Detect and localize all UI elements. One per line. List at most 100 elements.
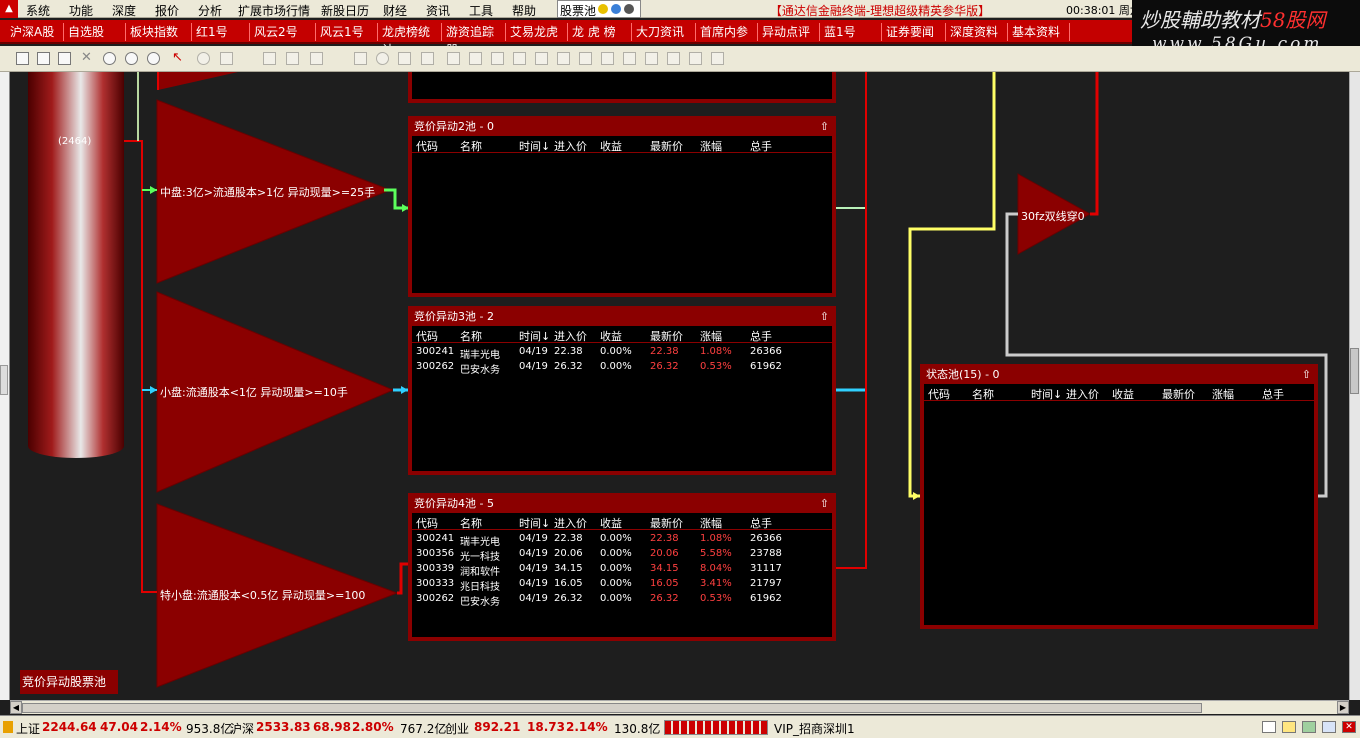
tab-watchlist[interactable]: 自选股 [64,23,126,41]
col-last[interactable]: 最新价 [650,515,683,531]
tab-securities-news[interactable]: 证券要闻 [882,23,946,41]
col-gain[interactable]: 收益 [600,515,622,531]
center-h-icon[interactable] [689,52,702,65]
stop-icon[interactable] [147,52,160,65]
table-row[interactable]: 300339 润和软件 04/19 34.15 0.00% 34.15 8.04% 31117 [412,562,832,578]
save-icon[interactable] [58,52,71,65]
scroll-left-icon[interactable]: ◀ [10,701,22,714]
tab-anomaly-review[interactable]: 异动点评 [758,23,820,41]
menu-news[interactable]: 资讯 [426,2,450,19]
col-time[interactable]: 时间↓ [1031,386,1062,402]
settings-icon[interactable] [624,4,634,14]
horizontal-scrollbar[interactable]: ◀ ▶ [10,700,1349,714]
menu-system[interactable]: 系统 [26,2,50,19]
align-right-icon[interactable] [491,52,504,65]
col-chg[interactable]: 涨幅 [700,515,722,531]
scroll-right-icon[interactable]: ▶ [1337,701,1349,714]
ellipse-tool-icon[interactable] [376,52,389,65]
menu-quote[interactable]: 报价 [155,2,179,19]
menu-tools[interactable]: 工具 [469,2,493,19]
refresh-icon[interactable] [611,4,621,14]
pool3-title[interactable]: 竞价异动3池 - 2 ⇧ [412,310,832,326]
col-name[interactable]: 名称 [460,138,482,154]
align-center-icon[interactable] [469,52,482,65]
vip-server[interactable]: VIP_招商深圳1 [774,720,855,737]
pause-icon[interactable] [125,52,138,65]
menu-depth[interactable]: 深度 [112,2,136,19]
distribute-h-icon[interactable] [579,52,592,65]
menu-finance[interactable]: 财经 [383,2,407,19]
mail-icon[interactable] [1282,721,1296,733]
same-width-icon[interactable] [623,52,636,65]
table-row[interactable]: 300262 巴安水务 04/19 26.32 0.00% 26.32 0.53% 61962 [412,592,832,608]
delete-icon[interactable]: ✕ [81,50,94,65]
col-code[interactable]: 代码 [416,328,438,344]
col-chg[interactable]: 涨幅 [700,328,722,344]
collapse-icon[interactable]: ⇧ [820,497,829,511]
align-middle-icon[interactable] [535,52,548,65]
pool3-panel[interactable]: 竞价异动3池 - 2 ⇧ 代码 名称 时间↓ 进入价 收益 最新价 涨幅 总手 3… [408,306,836,475]
pool2-title[interactable]: 竞价异动2池 - 0 ⇧ [412,120,832,136]
align-top-icon[interactable] [513,52,526,65]
close-icon[interactable]: ✕ [1342,721,1356,733]
col-time[interactable]: 时间↓ [519,328,550,344]
market-breadth-bar[interactable] [664,720,768,735]
pool1-panel[interactable] [408,72,836,103]
col-code[interactable]: 代码 [416,138,438,154]
align-bottom-icon[interactable] [557,52,570,65]
tab-deep-data[interactable]: 深度资料 [946,23,1008,41]
window-icon[interactable] [1262,721,1276,733]
monitor-icon[interactable] [1322,721,1336,733]
col-time[interactable]: 时间↓ [519,138,550,154]
center-v-icon[interactable] [711,52,724,65]
tab-stock-pool[interactable]: 股票池 [557,0,641,18]
pool4-panel[interactable]: 竞价异动4池 - 5 ⇧ 代码 名称 时间↓ 进入价 收益 最新价 涨幅 总手 3… [408,493,836,641]
menu-help[interactable]: 帮助 [512,2,536,19]
menu-ipo-calendar[interactable]: 新股日历 [321,2,369,19]
col-last[interactable]: 最新价 [650,138,683,154]
same-height-icon[interactable] [645,52,658,65]
col-entry[interactable]: 进入价 [554,138,587,154]
tab-hot-money[interactable]: 游资追踪器 [442,23,506,57]
copy-tool-icon[interactable] [286,52,299,65]
open-icon[interactable] [37,52,50,65]
tab-red1[interactable]: 红1号 [192,23,250,41]
pool-name-label[interactable]: 竞价异动股票池 [20,670,118,694]
tab-fengyun2[interactable]: 风云2号 [250,23,316,41]
table-row[interactable]: 300241 瑞丰光电 04/19 22.38 0.00% 22.38 1.08% 26366 [412,345,832,361]
distribute-v-icon[interactable] [601,52,614,65]
market-icon[interactable] [3,721,13,733]
vertical-scroll-thumb[interactable] [1350,348,1359,394]
pointer-icon[interactable]: ↖ [172,50,185,65]
play-icon[interactable] [103,52,116,65]
stock-universe-cylinder[interactable] [28,72,124,458]
table-row[interactable]: 300241 瑞丰光电 04/19 22.38 0.00% 22.38 1.08% 26366 [412,532,832,548]
chat-icon[interactable] [1302,721,1316,733]
tab-basic-data[interactable]: 基本资料 [1008,23,1070,41]
col-name[interactable]: 名称 [460,515,482,531]
col-vol[interactable]: 总手 [1262,386,1284,402]
collapse-icon[interactable]: ⇧ [820,120,829,134]
align-left-icon[interactable] [447,52,460,65]
new-icon[interactable] [16,52,29,65]
menu-function[interactable]: 功能 [69,2,93,19]
col-chg[interactable]: 涨幅 [1212,386,1234,402]
table-row[interactable]: 300262 巴安水务 04/19 26.32 0.00% 26.32 0.53% 61962 [412,360,832,376]
state-pool-panel[interactable]: 状态池(15) - 0 ⇧ 代码 名称 时间↓ 进入价 收益 最新价 涨幅 总手 [920,364,1318,629]
col-time[interactable]: 时间↓ [519,515,550,531]
table-row[interactable]: 300333 兆日科技 04/19 16.05 0.00% 16.05 3.41% 21797 [412,577,832,593]
tab-chief-brief[interactable]: 首席内参 [696,23,758,41]
col-name[interactable]: 名称 [972,386,994,402]
col-last[interactable]: 最新价 [650,328,683,344]
tab-shsz-a[interactable]: 沪深A股 [6,23,64,41]
pool2-panel[interactable]: 竞价异动2池 - 0 ⇧ 代码 名称 时间↓ 进入价 收益 最新价 涨幅 总手 [408,116,836,297]
app-logo-icon[interactable]: ▲ [0,0,18,18]
menu-extended-market[interactable]: 扩展市场行情 [238,2,310,19]
filter-tool-icon[interactable] [310,52,323,65]
tab-fengyun1[interactable]: 风云1号 [316,23,378,41]
col-vol[interactable]: 总手 [750,138,772,154]
link-tool-icon[interactable] [263,52,276,65]
tab-aiyi-lhb[interactable]: 艾易龙虎 [506,23,568,41]
table-row[interactable]: 300356 光一科技 04/19 20.06 0.00% 20.06 5.58% 23788 [412,547,832,563]
col-gain[interactable]: 收益 [600,138,622,154]
